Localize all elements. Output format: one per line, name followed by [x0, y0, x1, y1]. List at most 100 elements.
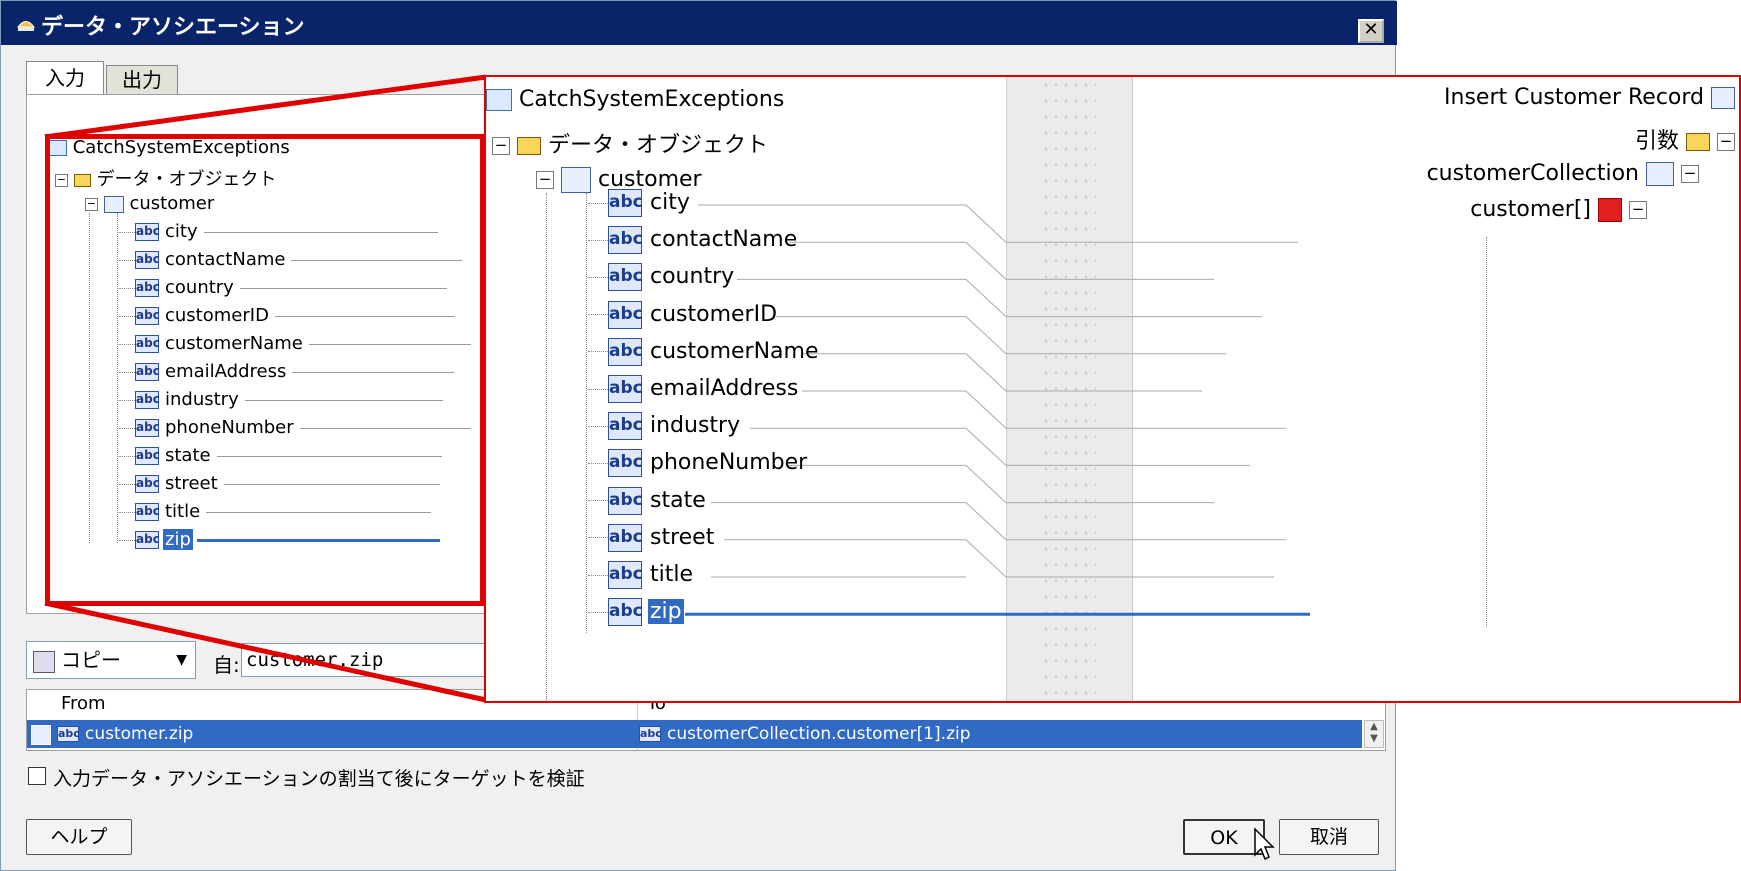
zoom-source-field-item[interactable]: abc phoneNumber [588, 449, 809, 478]
mapping-line [965, 465, 1007, 503]
zoom-source-field-label: street [650, 524, 715, 550]
string-type-icon: abc [608, 189, 643, 217]
zoom-source-field-item[interactable]: abc zip [588, 598, 684, 627]
zoom-source-highlight [45, 134, 485, 606]
zoom-source-field-item[interactable]: abc state [588, 486, 708, 515]
tree-connector [588, 239, 608, 241]
mapping-line [965, 390, 1007, 429]
from-expression-field[interactable]: customer.zip [241, 643, 501, 677]
service-icon [1711, 87, 1735, 109]
tree-connector [588, 351, 608, 353]
zoom-source-field-item[interactable]: abc country [588, 263, 736, 292]
zoom-target-collection-label: customerCollection [1426, 161, 1639, 186]
title-bar[interactable]: データ・アソシエーション ✕ [1, 1, 1397, 45]
string-type-icon: abc [608, 598, 643, 627]
chevron-down-icon: ▼ [176, 652, 187, 668]
collapse-icon: − [536, 171, 554, 189]
zoom-source-field-label: emailAddress [650, 376, 799, 401]
mapping-line [965, 539, 1007, 578]
string-type-icon: abc [608, 523, 643, 552]
zoom-source-folder-label: データ・オブジェクト [548, 133, 769, 158]
zoom-source-field-item[interactable]: abc city [588, 189, 692, 217]
tree-connector [588, 574, 608, 576]
string-type-icon: abc [608, 561, 643, 589]
zoom-source-field-label: country [650, 264, 735, 290]
validate-checkbox[interactable] [28, 767, 46, 785]
string-type-icon: abc [639, 726, 662, 742]
zoom-target-element[interactable]: customer[] − [1470, 197, 1647, 222]
zoom-source-field-item[interactable]: abc title [588, 561, 695, 589]
zoom-source-root[interactable]: CatchSystemExceptions [486, 87, 784, 112]
table-scrollbar[interactable]: ▲ ▼ [1364, 720, 1384, 748]
string-type-icon: abc [57, 726, 80, 742]
table-row[interactable]: abc customer.zip abc customerCollection.… [27, 720, 1362, 748]
zoom-target-root[interactable]: Insert Customer Record [1444, 85, 1735, 110]
tab-output[interactable]: 出力 [106, 65, 178, 95]
mapping-line [965, 316, 1007, 355]
collapse-icon: − [1629, 201, 1647, 219]
copy-icon [33, 650, 55, 673]
tree-connector [588, 462, 608, 464]
zoom-source-root-label: CatchSystemExceptions [519, 87, 785, 112]
help-button[interactable]: ヘルプ [26, 819, 132, 855]
string-type-icon: abc [608, 337, 643, 366]
object-icon [561, 167, 591, 193]
mapping-line [965, 279, 1007, 317]
tree-connector [588, 611, 608, 613]
zoom-target-root-label: Insert Customer Record [1444, 85, 1704, 110]
folder-icon [517, 137, 541, 155]
zoomed-mapping-view: CatchSystemExceptions − データ・オブジェクト − cus… [484, 75, 1741, 703]
operation-select[interactable]: コピー ▼ [26, 641, 196, 679]
string-type-icon: abc [608, 226, 643, 255]
from-cell: customer.zip [85, 724, 194, 744]
zoom-source-field-label: phoneNumber [650, 450, 808, 476]
tree-connector [588, 388, 608, 390]
string-type-icon: abc [608, 412, 643, 441]
collection-icon [1646, 162, 1674, 186]
string-type-icon: abc [608, 486, 643, 515]
mouse-cursor-icon [1254, 827, 1275, 861]
mapping-line [965, 353, 1007, 392]
zoom-source-field-item[interactable]: abc industry [588, 412, 742, 441]
zoom-target-element-label: customer[] [1470, 197, 1591, 222]
tree-connector [588, 202, 608, 204]
string-type-icon: abc [608, 375, 643, 403]
string-type-icon: abc [608, 300, 643, 329]
to-cell: customerCollection.customer[1].zip [667, 724, 971, 744]
tree-guide [546, 193, 548, 701]
array-icon [1598, 198, 1622, 222]
mapping-line [965, 204, 1007, 243]
zoom-source-field-item[interactable]: abc emailAddress [588, 375, 800, 403]
cancel-button[interactable]: 取消 [1279, 819, 1379, 855]
zoom-source-field-label: zip [648, 599, 684, 625]
zoom-source-field-label: contactName [650, 227, 798, 253]
close-button[interactable]: ✕ [1358, 19, 1384, 43]
string-type-icon: abc [608, 449, 643, 478]
tree-connector [588, 425, 608, 427]
tab-input[interactable]: 入力 [26, 61, 104, 95]
zoom-target-folder[interactable]: 引数 − [1635, 123, 1735, 155]
collapse-icon: − [1681, 165, 1699, 183]
zoom-source-field-label: city [650, 190, 690, 215]
zoom-source-field-label: state [650, 487, 706, 513]
zoom-source-field-label: industry [650, 413, 741, 439]
from-column-header[interactable]: From [61, 690, 106, 718]
zoom-source-field-label: title [650, 562, 694, 587]
zoom-source-field-item[interactable]: abc contactName [588, 226, 799, 255]
operation-value: コピー [61, 648, 121, 672]
tree-connector [588, 314, 608, 316]
zoom-target-collection[interactable]: customerCollection − [1427, 161, 1699, 186]
zoom-source-field-label: customerID [650, 301, 778, 327]
tree-connector [588, 276, 608, 278]
zoom-source-field-item[interactable]: abc customerName [588, 337, 821, 366]
collapse-icon: − [1717, 133, 1735, 151]
folder-icon [1686, 133, 1710, 151]
zoom-source-field-item[interactable]: abc customerID [588, 300, 779, 329]
app-icon [17, 21, 35, 31]
process-icon [486, 89, 512, 111]
zoom-source-folder[interactable]: − データ・オブジェクト [492, 127, 768, 159]
zoom-source-field-item[interactable]: abc street [588, 523, 716, 552]
tree-connector [588, 537, 608, 539]
mapping-line [965, 427, 1007, 466]
mapping-line [965, 502, 1007, 541]
